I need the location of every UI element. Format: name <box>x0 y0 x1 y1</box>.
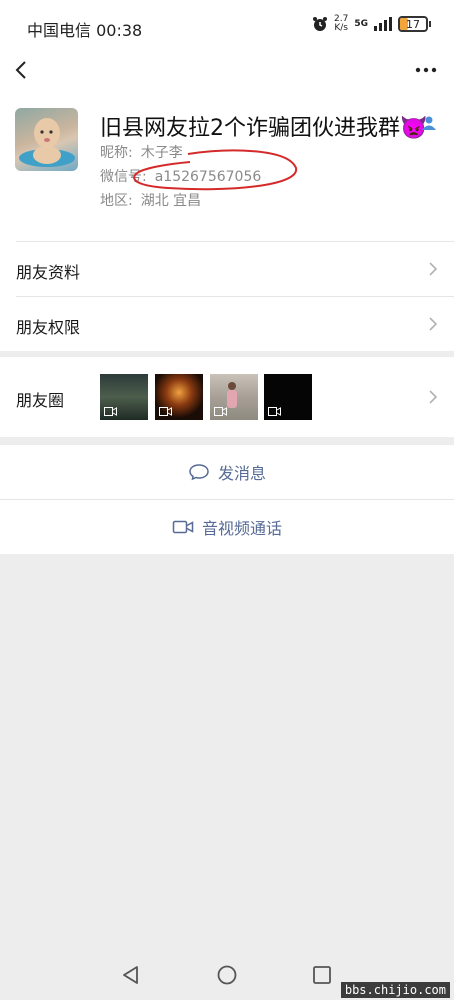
moments-row[interactable]: 朋友圈 <box>0 357 454 437</box>
nickname-value: 木子李 <box>140 145 183 161</box>
moments-thumbnail <box>210 374 258 420</box>
back-triangle-icon[interactable] <box>120 964 142 986</box>
more-dots-icon[interactable] <box>412 58 440 82</box>
nickname-label: 昵称: <box>100 145 133 161</box>
moments-thumbnail <box>264 374 312 420</box>
status-bar: 中国电信 00:38 2.7 K/s 5G 17 <box>0 0 454 52</box>
video-call-button[interactable]: 音视频通话 <box>0 500 454 554</box>
send-message-label: 发消息 <box>217 464 266 483</box>
wechat-id-label: 微信号: <box>100 169 147 185</box>
net-speed-unit: K/s <box>334 23 348 33</box>
friend-menu: 朋友资料 朋友权限 <box>0 241 454 351</box>
video-icon <box>159 407 172 416</box>
nickname-line: 昵称: 木子李 <box>100 142 183 162</box>
friend-info-label: 朋友资料 <box>16 263 81 282</box>
chevron-right-icon <box>429 390 438 404</box>
moments-thumbnail <box>155 374 203 420</box>
video-icon <box>214 407 227 416</box>
video-camera-icon <box>172 520 194 534</box>
signal-icon <box>374 17 392 31</box>
send-message-button[interactable]: 发消息 <box>0 445 454 499</box>
alarm-icon <box>313 17 328 31</box>
avatar[interactable] <box>15 108 78 171</box>
video-icon <box>104 407 117 416</box>
moments-label: 朋友圈 <box>16 391 65 410</box>
battery-icon: 17 <box>398 16 431 32</box>
network-type: 5G <box>354 19 368 29</box>
net-speed: 2.7 K/s <box>334 15 348 33</box>
profile-header: 旧县网友拉2个诈骗团伙进我群👿 昵称: 木子李 微信号: a15267567056 … <box>0 88 454 241</box>
contact-display-name: 旧县网友拉2个诈骗团伙进我群👿 <box>100 116 428 141</box>
battery-level: 17 <box>406 17 420 31</box>
video-icon <box>268 407 281 416</box>
region-line: 地区: 湖北 宜昌 <box>100 190 201 210</box>
moments-thumbnail <box>100 374 148 420</box>
watermark: bbs.chijio.com <box>340 982 450 998</box>
region-label: 地区: <box>100 193 133 209</box>
chat-bubble-icon <box>189 464 209 481</box>
region-value: 湖北 宜昌 <box>140 193 202 209</box>
carrier-time: 中国电信 00:38 <box>27 21 143 40</box>
chevron-left-icon[interactable] <box>10 58 34 82</box>
contact-person-icon <box>422 116 436 130</box>
home-circle-icon[interactable] <box>216 964 238 986</box>
friend-info-row[interactable]: 朋友资料 <box>0 241 454 296</box>
recents-square-icon[interactable] <box>311 964 333 986</box>
chevron-right-icon <box>429 262 438 276</box>
status-icons: 2.7 K/s 5G 17 <box>312 15 431 33</box>
friend-permissions-label: 朋友权限 <box>16 318 81 337</box>
wechat-id-line: 微信号: a15267567056 <box>100 166 261 186</box>
video-call-label: 音视频通话 <box>201 519 282 538</box>
friend-permissions-row[interactable]: 朋友权限 <box>0 296 454 351</box>
wechat-id-value[interactable]: a15267567056 <box>155 169 262 185</box>
top-nav <box>0 52 454 88</box>
chevron-right-icon <box>429 317 438 331</box>
